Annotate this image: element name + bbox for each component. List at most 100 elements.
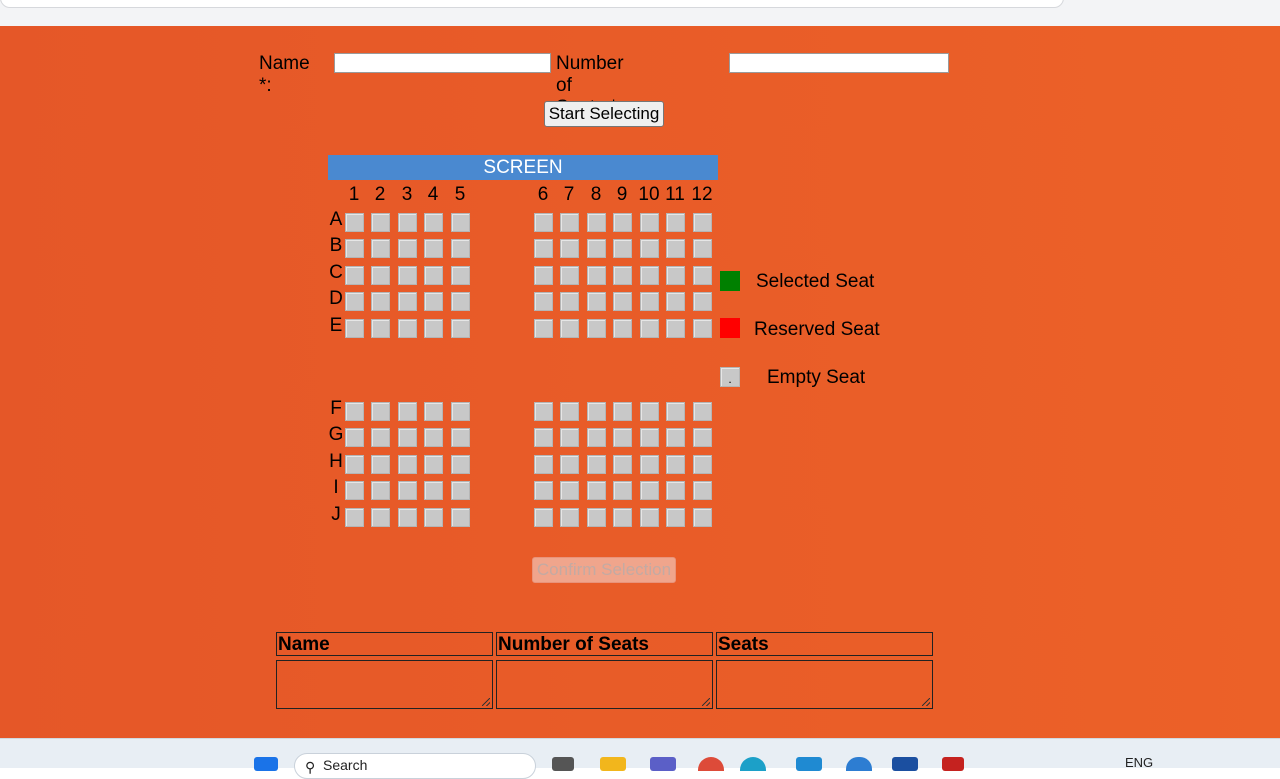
seat-checkbox[interactable] — [666, 428, 685, 447]
seat-checkbox[interactable] — [640, 292, 659, 311]
seat-checkbox[interactable] — [534, 292, 553, 311]
seat-checkbox[interactable] — [424, 508, 443, 527]
seat-checkbox[interactable] — [640, 428, 659, 447]
seat-checkbox[interactable] — [534, 319, 553, 338]
seat-checkbox[interactable] — [345, 455, 364, 474]
seat-checkbox[interactable] — [666, 402, 685, 421]
seat-checkbox[interactable] — [666, 455, 685, 474]
seat-checkbox[interactable] — [693, 508, 712, 527]
seat-checkbox[interactable] — [613, 266, 632, 285]
seat-checkbox[interactable] — [371, 428, 390, 447]
seat-checkbox[interactable] — [424, 455, 443, 474]
seat-checkbox[interactable] — [613, 402, 632, 421]
seat-checkbox[interactable] — [693, 428, 712, 447]
seat-checkbox[interactable] — [345, 319, 364, 338]
seat-checkbox[interactable] — [345, 213, 364, 232]
seat-checkbox[interactable] — [613, 319, 632, 338]
seat-checkbox[interactable] — [613, 239, 632, 258]
name-display-textarea[interactable] — [276, 660, 493, 709]
seat-checkbox[interactable] — [640, 213, 659, 232]
seat-checkbox[interactable] — [451, 292, 470, 311]
seat-checkbox[interactable] — [345, 239, 364, 258]
seat-checkbox[interactable] — [560, 481, 579, 500]
seat-checkbox[interactable] — [534, 481, 553, 500]
seat-checkbox[interactable] — [640, 239, 659, 258]
taskbar-search-box[interactable]: ⚲ Search — [294, 753, 536, 779]
seat-checkbox[interactable] — [640, 319, 659, 338]
seat-checkbox[interactable] — [424, 266, 443, 285]
store-icon[interactable] — [892, 757, 918, 771]
seat-checkbox[interactable] — [451, 266, 470, 285]
seat-checkbox[interactable] — [693, 319, 712, 338]
seats-input[interactable] — [729, 53, 949, 73]
address-bar[interactable] — [0, 0, 1064, 8]
seat-checkbox[interactable] — [666, 481, 685, 500]
seat-checkbox[interactable] — [587, 402, 606, 421]
seat-checkbox[interactable] — [666, 266, 685, 285]
seat-count-display-textarea[interactable] — [496, 660, 713, 709]
seat-checkbox[interactable] — [587, 481, 606, 500]
file-explorer-icon[interactable] — [600, 757, 626, 771]
seat-checkbox[interactable] — [587, 319, 606, 338]
seat-checkbox[interactable] — [613, 455, 632, 474]
seat-checkbox[interactable] — [693, 455, 712, 474]
chrome-icon[interactable] — [698, 757, 724, 771]
seat-checkbox[interactable] — [640, 508, 659, 527]
seat-checkbox[interactable] — [560, 319, 579, 338]
seat-checkbox[interactable] — [640, 455, 659, 474]
seat-checkbox[interactable] — [345, 508, 364, 527]
seat-checkbox[interactable] — [560, 402, 579, 421]
seat-checkbox[interactable] — [451, 428, 470, 447]
seat-checkbox[interactable] — [587, 239, 606, 258]
seats-display-textarea[interactable] — [716, 660, 933, 709]
seat-checkbox[interactable] — [398, 508, 417, 527]
seat-checkbox[interactable] — [587, 213, 606, 232]
seat-checkbox[interactable] — [345, 481, 364, 500]
seat-checkbox[interactable] — [398, 481, 417, 500]
seat-checkbox[interactable] — [560, 428, 579, 447]
seat-checkbox[interactable] — [371, 319, 390, 338]
weather-icon[interactable] — [846, 757, 872, 771]
seat-checkbox[interactable] — [398, 428, 417, 447]
seat-checkbox[interactable] — [613, 292, 632, 311]
seat-checkbox[interactable] — [424, 213, 443, 232]
seat-checkbox[interactable] — [534, 428, 553, 447]
language-indicator[interactable]: ENG — [1125, 755, 1153, 770]
seat-checkbox[interactable] — [398, 402, 417, 421]
seat-checkbox[interactable] — [451, 508, 470, 527]
seat-checkbox[interactable] — [345, 266, 364, 285]
seat-checkbox[interactable] — [560, 508, 579, 527]
seat-checkbox[interactable] — [398, 266, 417, 285]
seat-checkbox[interactable] — [371, 508, 390, 527]
seat-checkbox[interactable] — [534, 239, 553, 258]
seat-checkbox[interactable] — [666, 319, 685, 338]
seat-checkbox[interactable] — [398, 239, 417, 258]
seat-checkbox[interactable] — [451, 481, 470, 500]
vscode-icon[interactable] — [796, 757, 822, 771]
seat-checkbox[interactable] — [666, 213, 685, 232]
seat-checkbox[interactable] — [587, 292, 606, 311]
seat-checkbox[interactable] — [451, 455, 470, 474]
seat-checkbox[interactable] — [451, 239, 470, 258]
seat-checkbox[interactable] — [451, 319, 470, 338]
seat-checkbox[interactable] — [666, 508, 685, 527]
seat-checkbox[interactable] — [371, 266, 390, 285]
teams-icon[interactable] — [650, 757, 676, 771]
seat-checkbox[interactable] — [587, 266, 606, 285]
seat-checkbox[interactable] — [424, 428, 443, 447]
seat-checkbox[interactable] — [693, 402, 712, 421]
seat-checkbox[interactable] — [587, 508, 606, 527]
resize-handle-icon[interactable] — [702, 698, 710, 706]
seat-checkbox[interactable] — [587, 455, 606, 474]
seat-checkbox[interactable] — [345, 402, 364, 421]
seat-checkbox[interactable] — [371, 239, 390, 258]
edge-icon[interactable] — [740, 757, 766, 771]
seat-checkbox[interactable] — [693, 213, 712, 232]
seat-checkbox[interactable] — [613, 508, 632, 527]
start-selecting-button[interactable]: Start Selecting — [544, 101, 664, 127]
seat-checkbox[interactable] — [560, 455, 579, 474]
seat-checkbox[interactable] — [613, 481, 632, 500]
seat-checkbox[interactable] — [693, 239, 712, 258]
resize-handle-icon[interactable] — [482, 698, 490, 706]
seat-checkbox[interactable] — [560, 213, 579, 232]
